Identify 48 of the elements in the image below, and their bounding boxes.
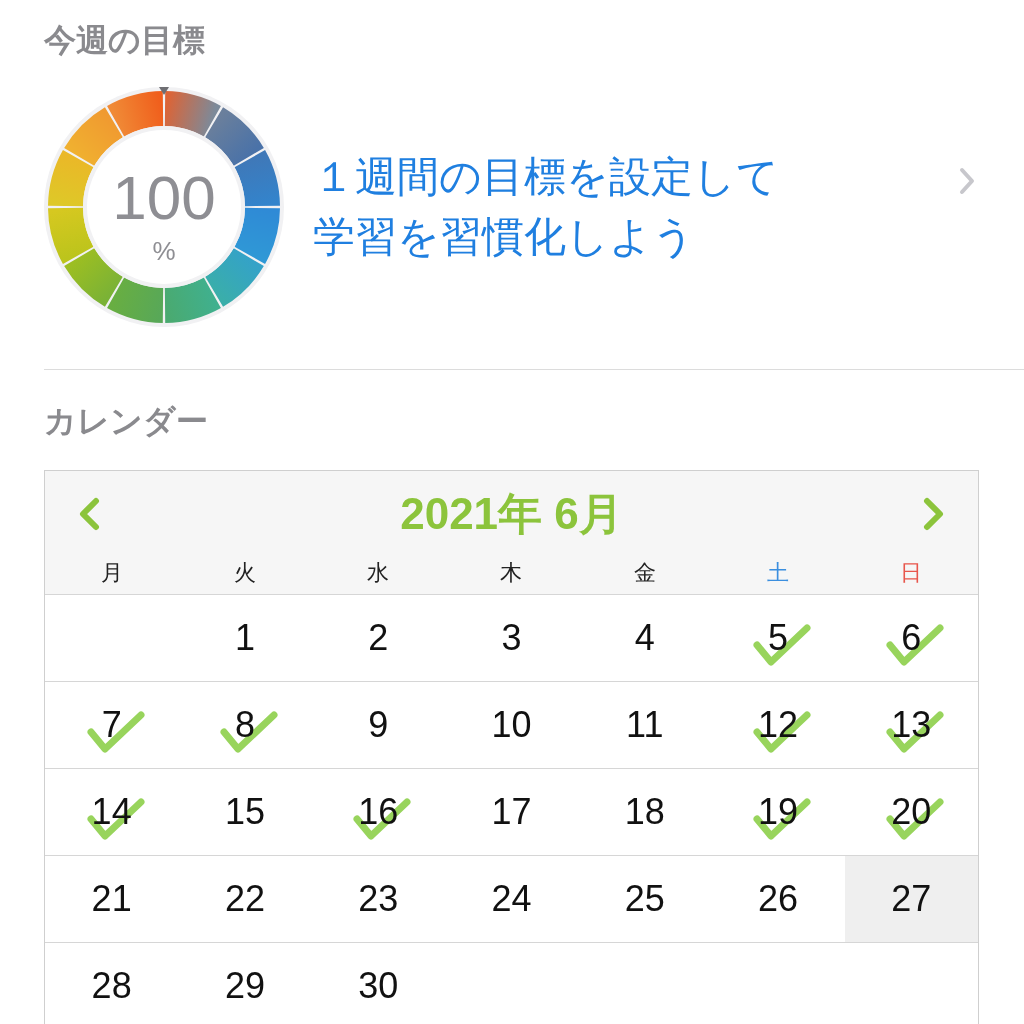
chevron-right-icon[interactable] (922, 497, 946, 531)
day-cell[interactable]: 23 (311, 856, 445, 942)
day-cell[interactable]: 28 (45, 943, 179, 1024)
goal-prompt[interactable]: 学習を習慣化しよう (313, 207, 779, 267)
day-cell[interactable]: 22 (178, 856, 312, 942)
day-cell[interactable]: 26 (711, 856, 845, 942)
marker-icon (159, 87, 169, 95)
day-cell[interactable]: 9 (311, 682, 445, 768)
day-cell[interactable]: 21 (45, 856, 179, 942)
day-cell[interactable]: 29 (178, 943, 312, 1024)
weekday-label: 火 (233, 561, 256, 587)
day-cell[interactable]: 1 (178, 595, 312, 681)
day-cell[interactable]: 10 (444, 682, 579, 768)
goal-prompt[interactable]: １週間の目標を設定して (313, 147, 779, 207)
day-cell[interactable]: 6 (844, 595, 978, 681)
weekday-label: 木 (500, 561, 523, 587)
day-cell[interactable]: 12 (711, 682, 845, 768)
weekday-label: 日 (900, 561, 923, 587)
day-cell[interactable]: 18 (578, 769, 712, 855)
percent-unit: % (152, 237, 176, 265)
day-cell[interactable]: 25 (578, 856, 712, 942)
day-cell[interactable]: 13 (844, 682, 978, 768)
section-heading: 今週の目標 (44, 21, 206, 60)
progress-value: 100 (112, 166, 216, 230)
day-cell[interactable]: 15 (178, 769, 312, 855)
day-cell[interactable]: 30 (311, 943, 445, 1024)
day-cell[interactable]: 4 (578, 595, 712, 681)
day-cell[interactable]: 20 (844, 769, 978, 855)
day-cell[interactable]: 5 (711, 595, 845, 681)
weekday-label: 金 (633, 561, 656, 587)
day-cell[interactable]: 24 (444, 856, 579, 942)
chevron-right-icon[interactable] (959, 167, 975, 195)
month-title: 2021年 6月 (400, 489, 623, 539)
day-cell[interactable]: 11 (578, 682, 712, 768)
weekday-label: 土 (767, 561, 790, 587)
day-cell[interactable]: 2 (311, 595, 445, 681)
day-cell[interactable]: 19 (711, 769, 845, 855)
day-cell[interactable]: 8 (178, 682, 312, 768)
chevron-left-icon[interactable] (77, 497, 101, 531)
day-cell[interactable]: 7 (45, 682, 179, 768)
day-cell[interactable]: 3 (444, 595, 579, 681)
day-cell[interactable]: 14 (45, 769, 179, 855)
day-cell[interactable]: 17 (444, 769, 579, 855)
weekday-label: 水 (367, 561, 390, 587)
section-heading: カレンダー (44, 402, 209, 441)
day-cell[interactable]: 27 (844, 856, 978, 942)
day-cell[interactable]: 16 (311, 769, 445, 855)
weekday-label: 月 (100, 561, 123, 587)
